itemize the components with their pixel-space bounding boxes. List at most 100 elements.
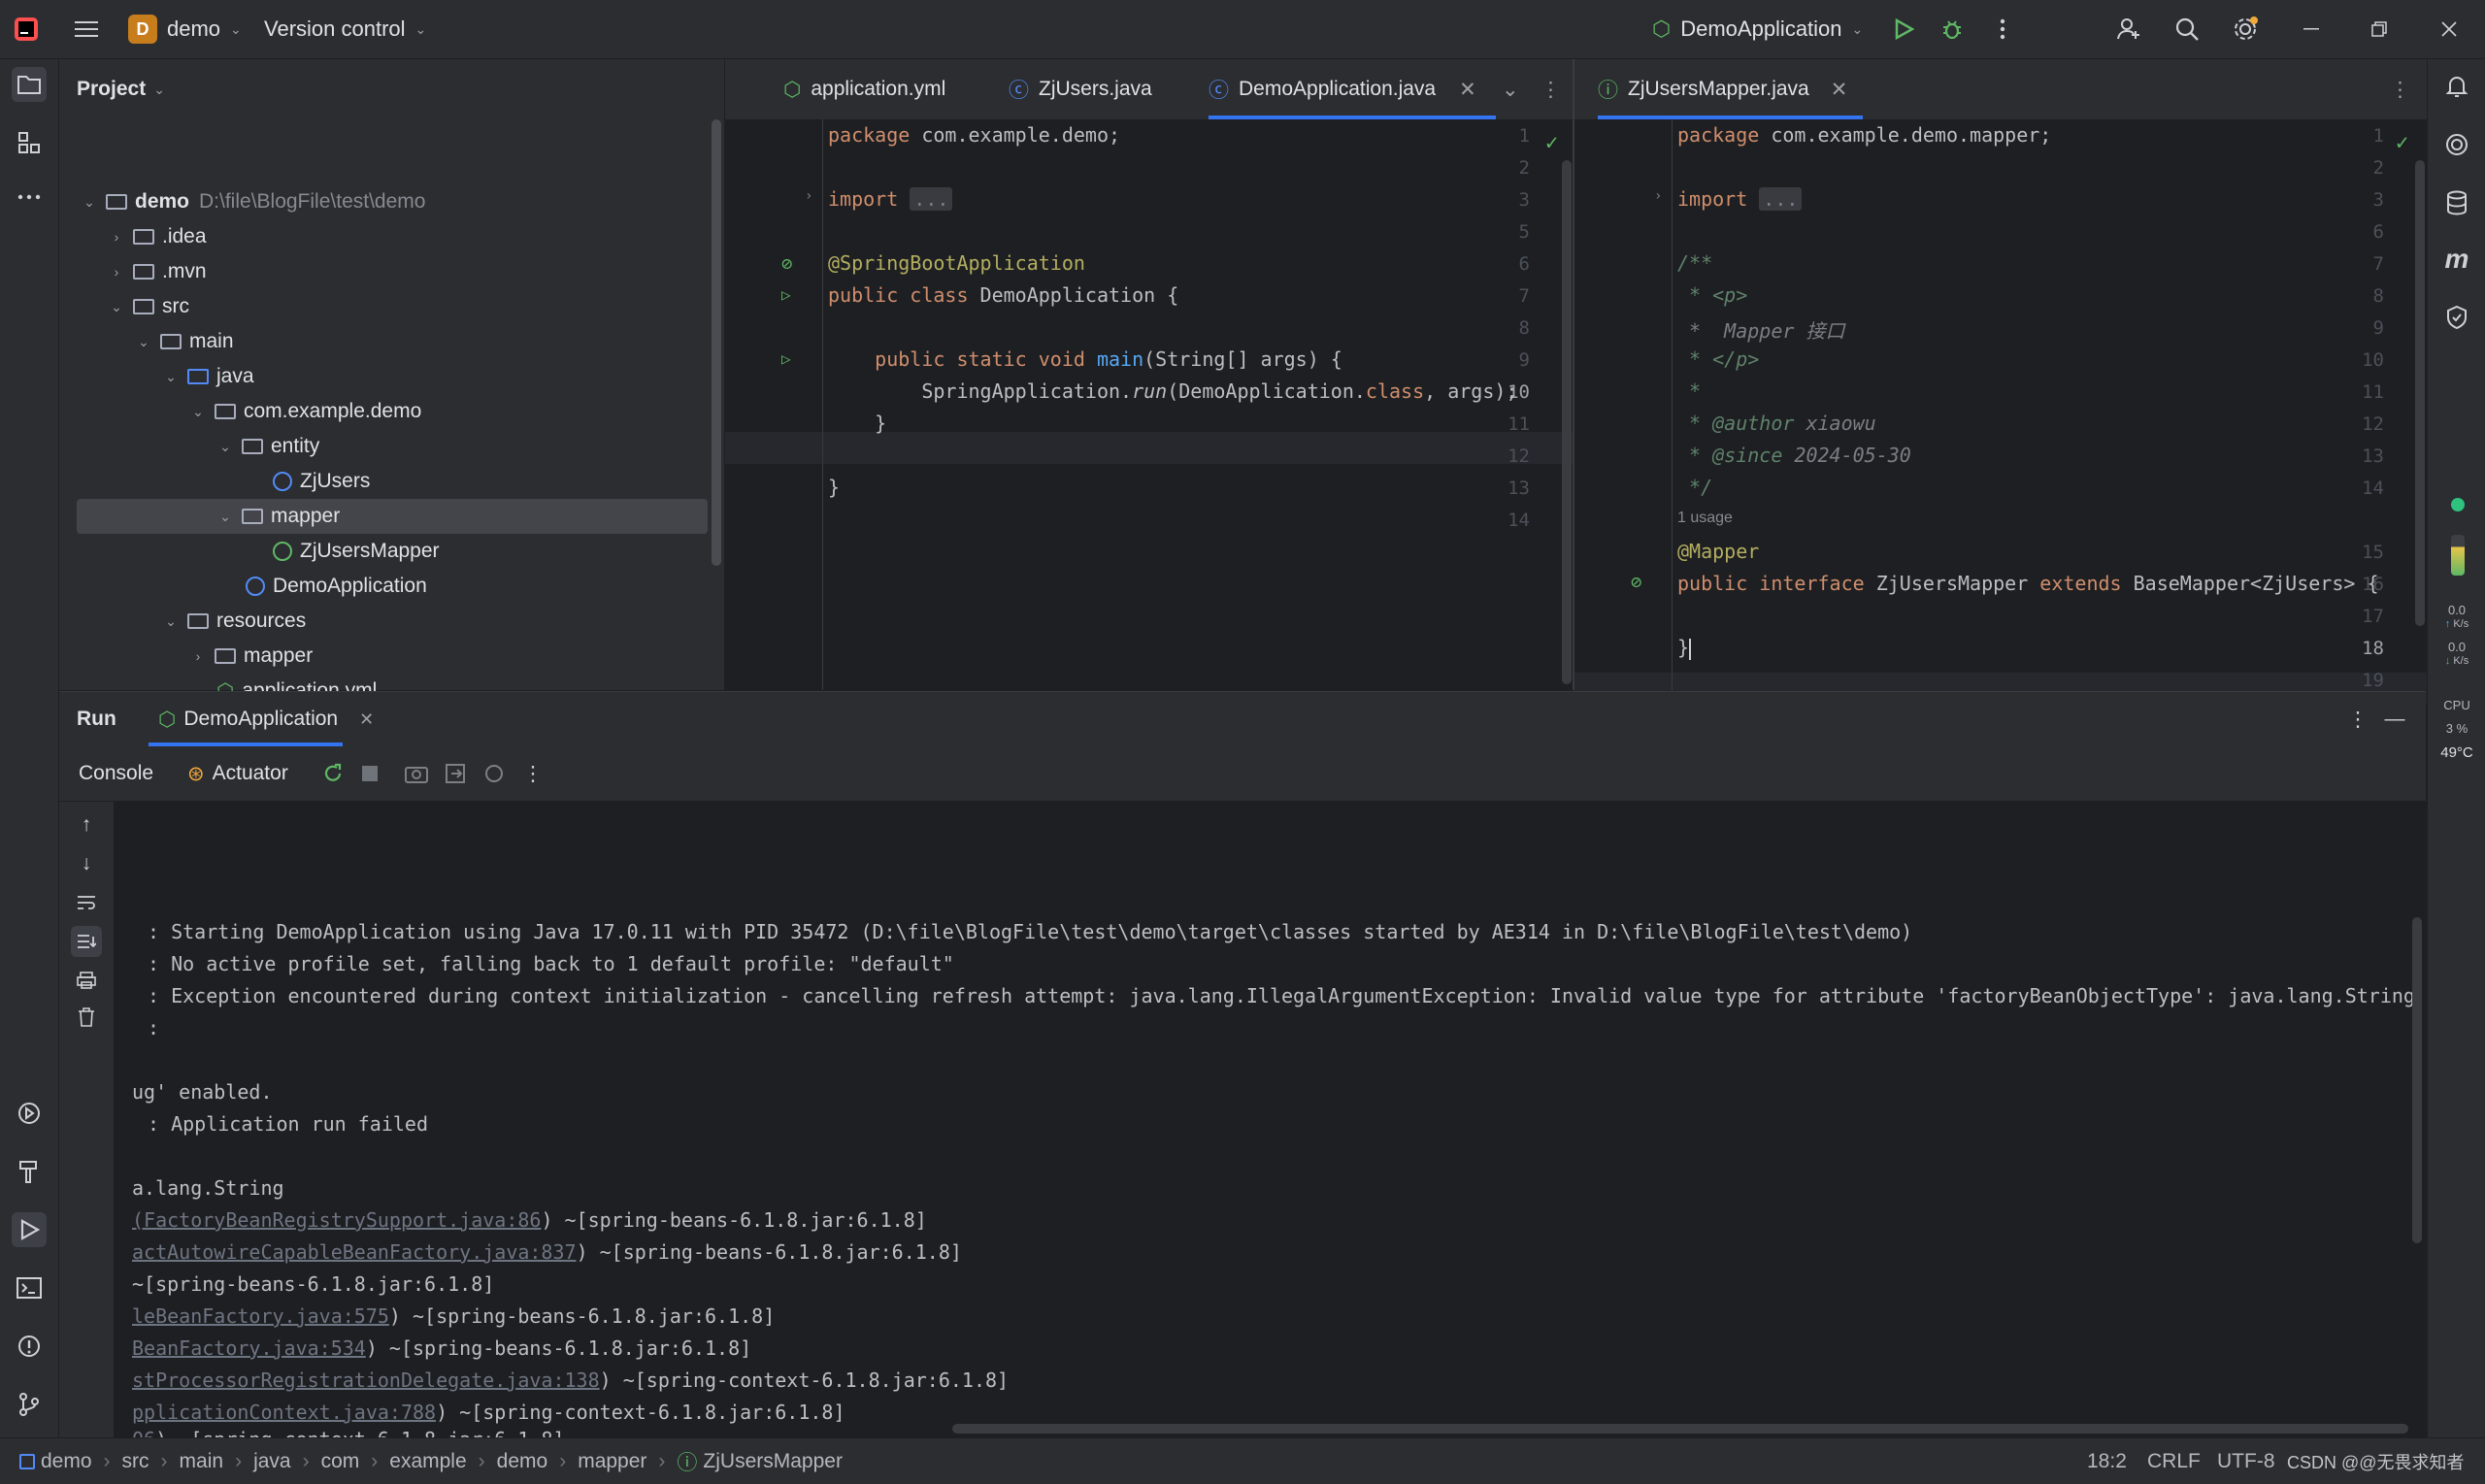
usage-hint[interactable]: 1 usage: [1677, 510, 1733, 527]
project-tool-folder-icon[interactable]: [12, 67, 47, 102]
project-panel-header[interactable]: Project ⌄: [77, 59, 165, 119]
toolbar-more-icon[interactable]: ⋮: [519, 760, 547, 787]
database-icon[interactable]: [2439, 185, 2474, 220]
close-icon[interactable]: [2433, 0, 2466, 58]
stack-trace-link[interactable]: actAutowireCapableBeanFactory.java:837: [132, 1240, 577, 1264]
file-encoding[interactable]: UTF-8: [2217, 1438, 2275, 1484]
close-tab-icon[interactable]: ✕: [359, 709, 374, 730]
camera-icon[interactable]: [403, 760, 430, 787]
tree-item-mvn[interactable]: › .mvn: [59, 254, 773, 289]
stack-trace-link[interactable]: leBeanFactory.java:575: [132, 1304, 389, 1328]
inspection-ok-check-icon[interactable]: ✓: [1545, 131, 1558, 155]
console-vertical-scrollbar[interactable]: [2412, 917, 2422, 1243]
build-hammer-icon[interactable]: [12, 1154, 47, 1189]
scroll-down-arrow-icon[interactable]: ↓: [73, 850, 100, 877]
problems-icon[interactable]: [12, 1329, 47, 1364]
main-menu-icon[interactable]: [70, 0, 103, 58]
close-tab-icon[interactable]: ✕: [1459, 78, 1476, 102]
tree-item-idea[interactable]: › .idea: [59, 219, 773, 254]
tabs-dropdown-icon[interactable]: ⌄: [1502, 59, 1519, 119]
vcs-selector[interactable]: Version control ⌄: [264, 0, 426, 58]
more-tools-icon[interactable]: [12, 180, 47, 214]
more-actions-icon[interactable]: [1986, 0, 2019, 58]
actuator-tab[interactable]: ⊛ Actuator: [187, 746, 288, 801]
stack-trace-link[interactable]: (FactoryBeanRegistrySupport.java:86: [132, 1208, 541, 1232]
editor-more-icon[interactable]: ⋮: [2390, 59, 2410, 119]
stack-trace-link[interactable]: stProcessorRegistrationDelegate.java:138: [132, 1369, 600, 1392]
ai-assistant-icon[interactable]: [2439, 127, 2474, 162]
spring-bean-gutter-icon[interactable]: ⊘: [1631, 572, 1641, 593]
editor-scrollbar[interactable]: [2415, 160, 2425, 626]
search-icon[interactable]: [2170, 0, 2203, 58]
tree-item-resources[interactable]: ⌄ resources: [59, 604, 827, 639]
project-selector[interactable]: D demo ⌄: [128, 0, 242, 58]
editor-demoapplication[interactable]: ⬡ application.yml ⓒ ZjUsers.java ⓒ DemoA…: [725, 59, 1573, 690]
app-logo-icon[interactable]: [14, 0, 39, 58]
restore-icon[interactable]: [2363, 0, 2396, 58]
exit-icon[interactable]: [442, 760, 469, 787]
stack-trace-link[interactable]: 06: [132, 1428, 155, 1437]
run-icon[interactable]: [1887, 0, 1920, 58]
fold-expand-icon[interactable]: ›: [1654, 188, 1662, 204]
tab-demoapplication-java[interactable]: ⓒ DemoApplication.java ✕: [1209, 59, 1496, 119]
hide-panel-icon[interactable]: —: [2383, 708, 2406, 731]
console-horizontal-scrollbar[interactable]: [952, 1424, 2408, 1434]
editor-zjusersmapper[interactable]: ⓘ ZjUsersMapper.java ✕ ⋮ ✓ 1 2 3 6 7 8 9…: [1574, 59, 2427, 705]
debug-icon[interactable]: [1936, 0, 1969, 58]
minimize-icon[interactable]: [2295, 0, 2328, 58]
close-tab-icon[interactable]: ✕: [1831, 78, 1848, 102]
editor-more-icon[interactable]: ⋮: [1541, 59, 1561, 119]
stack-trace-link[interactable]: BeanFactory.java:534: [132, 1336, 366, 1360]
breadcrumb-item[interactable]: demo: [497, 1450, 548, 1473]
notifications-bell-icon[interactable]: [2439, 69, 2474, 104]
settings-gear-icon[interactable]: [2229, 0, 2262, 58]
breadcrumb-item[interactable]: src: [122, 1450, 149, 1473]
breadcrumb-item[interactable]: main: [180, 1450, 224, 1473]
tab-zjusersmapper-java[interactable]: ⓘ ZjUsersMapper.java ✕: [1598, 59, 1864, 119]
run-tab-demoapplication[interactable]: ⬡ DemoApplication ✕: [158, 692, 374, 746]
console-tab[interactable]: Console: [67, 754, 166, 793]
stop-icon[interactable]: [356, 760, 383, 787]
security-shield-icon[interactable]: [2439, 300, 2474, 335]
add-user-icon[interactable]: [2112, 0, 2145, 58]
breadcrumb-item[interactable]: ZjUsersMapper: [703, 1450, 843, 1473]
maven-icon[interactable]: m: [2439, 242, 2474, 277]
git-branch-icon[interactable]: [12, 1387, 47, 1422]
fold-expand-icon[interactable]: ›: [805, 188, 812, 204]
scroll-up-arrow-icon[interactable]: ↑: [73, 811, 100, 839]
line-separator[interactable]: CRLF: [2147, 1438, 2201, 1484]
run-config-selector[interactable]: ⬡ DemoApplication ⌄: [1652, 0, 1863, 58]
spring-bean-gutter-icon[interactable]: ⊘: [781, 253, 792, 275]
rerun-icon[interactable]: [319, 760, 347, 787]
tab-application-yml[interactable]: ⬡ application.yml: [783, 59, 945, 119]
run-panel-more-icon[interactable]: ⋮: [2346, 708, 2369, 731]
soft-wrap-icon[interactable]: [73, 889, 100, 916]
tree-item-demo[interactable]: ⌄ demo D:\file\BlogFile\test\demo: [59, 184, 746, 219]
restore-layout-icon[interactable]: [480, 760, 508, 787]
inspection-ok-check-icon[interactable]: ✓: [2396, 131, 2408, 155]
tab-zjusers-java[interactable]: ⓒ ZjUsers.java: [1009, 59, 1152, 119]
structure-icon[interactable]: [12, 125, 47, 160]
text-caret: [1689, 638, 1692, 660]
project-scrollbar[interactable]: [712, 119, 721, 566]
services-icon[interactable]: [12, 1096, 47, 1131]
tree-item-main[interactable]: ⌄ main: [59, 324, 800, 359]
tree-item-src[interactable]: ⌄ src: [59, 289, 773, 324]
run-gutter-icon[interactable]: ▷: [781, 285, 791, 304]
breadcrumb-item[interactable]: example: [389, 1450, 466, 1473]
scroll-to-end-icon[interactable]: [71, 926, 102, 957]
breadcrumb-item[interactable]: mapper: [578, 1450, 646, 1473]
tree-item-mapper[interactable]: ⌄ mapper: [77, 499, 708, 534]
trash-icon[interactable]: [73, 1004, 100, 1031]
run-gutter-icon[interactable]: ▷: [781, 349, 791, 368]
print-icon[interactable]: [73, 967, 100, 994]
editor-scrollbar[interactable]: [1562, 160, 1572, 684]
run-tool-icon[interactable]: [12, 1212, 47, 1247]
caret-position[interactable]: 18:2: [2087, 1438, 2127, 1484]
breadcrumb-item[interactable]: com: [321, 1450, 360, 1473]
breadcrumb-item[interactable]: java: [253, 1450, 291, 1473]
stack-trace-link[interactable]: pplicationContext.java:788: [132, 1401, 436, 1424]
terminal-icon[interactable]: [12, 1270, 47, 1305]
project-panel: Project ⌄ ⌄ demo D:\file\BlogFile\test\d…: [59, 59, 724, 735]
breadcrumb-item[interactable]: demo: [41, 1450, 92, 1473]
